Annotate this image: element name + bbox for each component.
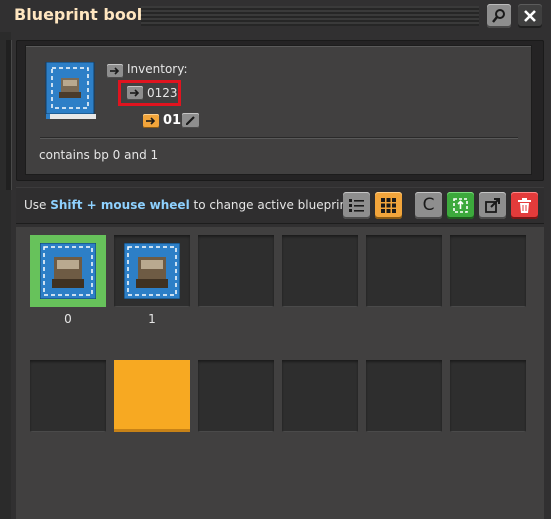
blueprint-slot-empty[interactable]	[282, 235, 358, 307]
inventory-toggle-button[interactable]	[107, 64, 123, 78]
blueprint-icon	[124, 243, 180, 299]
hint-key: Shift + mouse wheel	[50, 198, 190, 212]
list-view-button[interactable]	[343, 192, 370, 219]
blueprint-slot-empty[interactable]	[198, 235, 274, 307]
close-button[interactable]	[518, 4, 542, 28]
grid-view-button[interactable]	[375, 192, 402, 219]
blueprint-slot-0[interactable]	[30, 235, 106, 307]
blueprint-book-icon[interactable]	[44, 62, 100, 120]
clear-button[interactable]: C	[415, 192, 442, 219]
inventory-value: 0123	[147, 86, 178, 100]
search-icon	[492, 9, 505, 23]
inventory-label: Inventory:	[127, 62, 188, 76]
blueprint-icon	[40, 243, 96, 299]
hint-prefix: Use	[24, 198, 47, 212]
delete-button[interactable]	[511, 192, 538, 219]
window-title: Blueprint book	[14, 5, 148, 24]
select-area-icon	[453, 198, 468, 213]
active-slot-number: 01	[163, 113, 182, 128]
blueprint-slot-empty[interactable]	[30, 360, 106, 432]
panel-divider	[40, 137, 518, 139]
blueprint-slot-empty[interactable]	[366, 360, 442, 432]
blueprint-slot-1[interactable]	[114, 235, 190, 307]
blueprint-slot-empty[interactable]	[282, 360, 358, 432]
hint-suffix: to change active blueprint.	[193, 198, 356, 212]
active-slot-button[interactable]	[143, 114, 159, 128]
list-view-icon	[349, 199, 364, 212]
trash-icon	[518, 198, 531, 213]
blueprint-slot-empty[interactable]	[450, 235, 526, 307]
left-edge-line	[6, 40, 12, 190]
close-icon	[524, 10, 536, 22]
blueprint-grid: 0 1	[16, 227, 544, 519]
blueprint-slot-hovered[interactable]	[114, 360, 190, 432]
arrow-icon	[146, 117, 156, 125]
slot-label: 0	[64, 312, 72, 326]
slot-label: 1	[148, 312, 156, 326]
arrow-icon	[110, 67, 120, 75]
edit-button[interactable]	[182, 113, 199, 128]
hint-text: Use Shift + mouse wheel to change active…	[24, 198, 356, 212]
blueprint-slot-empty[interactable]	[198, 360, 274, 432]
select-area-button[interactable]	[447, 192, 474, 219]
grid-view-icon	[381, 198, 396, 213]
blueprint-slot-empty[interactable]	[366, 235, 442, 307]
pencil-icon	[186, 116, 195, 125]
export-icon	[485, 198, 500, 213]
export-button[interactable]	[479, 192, 506, 219]
title-bar: Blueprint book	[0, 0, 551, 32]
inventory-slot-button[interactable]	[127, 86, 143, 100]
blueprint-slot-empty[interactable]	[450, 360, 526, 432]
search-button[interactable]	[487, 4, 511, 28]
arrow-icon	[130, 89, 140, 97]
book-description[interactable]: contains bp 0 and 1	[39, 148, 158, 162]
drag-handle[interactable]	[141, 6, 479, 26]
